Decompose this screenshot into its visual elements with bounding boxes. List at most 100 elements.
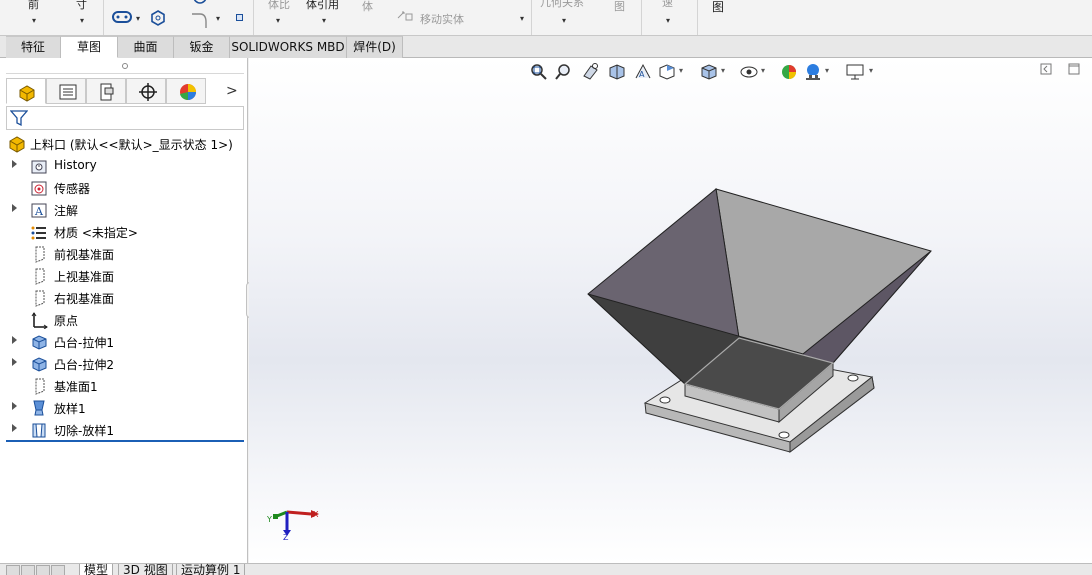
tree-item-label: 基准面1	[54, 380, 98, 394]
ribbon-label-feature[interactable]: 体引用	[306, 0, 339, 12]
ribbon-group-fix: 速 ▾	[642, 0, 698, 35]
chevron-down-icon[interactable]: ▾	[32, 16, 36, 25]
circle-icon[interactable]	[190, 0, 210, 8]
svg-text:A: A	[34, 205, 44, 218]
tree-item-label: 放样1	[54, 402, 86, 416]
expand-arrow-icon[interactable]	[12, 402, 17, 410]
last-tab-button[interactable]	[51, 565, 65, 575]
tree-item-origin[interactable]: 原点	[8, 310, 244, 330]
tree-item-front-plane[interactable]: 前视基准面	[8, 244, 244, 264]
tree-root-part[interactable]: 上料口 (默认<<默认>_显示状态 1>)	[8, 134, 248, 154]
chevron-down-icon[interactable]: ▾	[562, 16, 566, 25]
expand-arrow-icon[interactable]	[12, 160, 17, 168]
feature-tree-filter[interactable]	[6, 106, 244, 130]
ribbon-group-entities: ▾ ▾	[104, 0, 254, 35]
fillet-icon[interactable]	[190, 12, 210, 28]
slot-icon[interactable]	[112, 10, 134, 24]
ribbon-label-geo[interactable]: 几何关系	[540, 0, 584, 10]
expand-arrow-icon[interactable]	[12, 358, 17, 366]
ribbon-label-move[interactable]: 移动实体	[420, 11, 464, 27]
next-tab-button[interactable]	[36, 565, 50, 575]
tab-sketch[interactable]: 草图	[61, 36, 118, 58]
tree-item-label: 凸台-拉伸2	[54, 358, 114, 372]
hopper-model[interactable]	[249, 58, 1092, 563]
expand-arrow-icon[interactable]	[12, 204, 17, 212]
move-entities-icon[interactable]	[396, 8, 414, 22]
ribbon-label-body[interactable]: 体	[362, 0, 373, 14]
ribbon-label-view[interactable]: 图	[614, 0, 625, 14]
display-manager-icon	[180, 84, 196, 101]
previous-tab-button[interactable]	[21, 565, 35, 575]
bottom-tab-bar: 模型 3D 视图 运动算例 1	[0, 563, 1092, 575]
part-icon	[9, 136, 25, 153]
triad-x-label: X	[313, 510, 319, 519]
solidworks-window: 前 寸 ▾ ▾ ▾ ▾ 体比 ▾ 体引用 ▾ 体 移动实体 ▾ 几何关系 ▾ 图…	[0, 0, 1092, 575]
tab-display-manager[interactable]	[166, 78, 206, 104]
filter-icon	[10, 110, 28, 127]
tree-item-annotations[interactable]: A 注解	[8, 200, 244, 220]
first-tab-button[interactable]	[6, 565, 20, 575]
tab-feature-manager[interactable]	[6, 78, 46, 104]
expand-arrow-icon[interactable]	[12, 424, 17, 432]
boss-extrude-icon	[32, 335, 47, 350]
chevron-right-icon[interactable]: >	[226, 83, 238, 99]
chevron-down-icon[interactable]: ▾	[80, 16, 84, 25]
tab-dimxpert-manager[interactable]	[126, 78, 166, 104]
tree-item-boss-extrude-2[interactable]: 凸台-拉伸2	[8, 354, 244, 374]
ribbon-label-1[interactable]: 前	[28, 0, 39, 12]
tab-model[interactable]: 模型	[79, 564, 114, 575]
tree-item-boss-extrude-1[interactable]: 凸台-拉伸1	[8, 332, 244, 352]
ribbon-label-2[interactable]: 寸	[76, 0, 87, 12]
point-icon[interactable]	[236, 14, 243, 21]
bolt-hole	[778, 431, 790, 439]
tab-solidworks-mbd[interactable]: SOLIDWORKS MBD	[230, 36, 347, 58]
origin-icon	[31, 312, 48, 329]
plane-icon	[35, 268, 45, 285]
feature-manager-panel: > 上料口 (默认<<默认>_显示状态 1>) History 传感器 A 注解…	[0, 58, 248, 563]
chevron-down-icon[interactable]: ▾	[136, 14, 140, 23]
polygon-icon[interactable]	[150, 10, 166, 26]
collapse-handle-icon[interactable]	[122, 63, 128, 69]
tree-item-sensors[interactable]: 传感器	[8, 178, 244, 198]
tab-weldments[interactable]: 焊件(D)	[347, 36, 403, 58]
ribbon-label-right[interactable]: 图	[712, 0, 724, 15]
chevron-down-icon[interactable]: ▾	[322, 16, 326, 25]
plane-icon	[35, 378, 45, 395]
rollback-bar[interactable]	[6, 440, 244, 442]
material-icon	[31, 226, 46, 240]
tree-item-plane-1[interactable]: 基准面1	[8, 376, 244, 396]
annotation-icon: A	[31, 203, 47, 218]
tree-item-label: 右视基准面	[54, 292, 115, 306]
tree-item-material[interactable]: 材质 <未指定>	[8, 222, 244, 242]
sensor-icon	[31, 181, 47, 196]
tab-features[interactable]: 特征	[6, 36, 61, 58]
tree-item-history[interactable]: History	[8, 156, 244, 176]
expand-arrow-icon[interactable]	[12, 336, 17, 344]
tree-item-label: 切除-放样1	[54, 424, 114, 438]
chevron-down-icon[interactable]: ▾	[666, 16, 670, 25]
tab-3d-views[interactable]: 3D 视图	[118, 564, 173, 575]
tab-sheet-metal[interactable]: 钣金	[174, 36, 230, 58]
reference-triad: X Y Z	[266, 510, 319, 540]
crosshair-icon	[139, 83, 157, 101]
ribbon-label-solid[interactable]: 体比	[268, 0, 290, 12]
tree-item-cut-loft-1[interactable]: 切除-放样1	[8, 420, 244, 440]
part-name: 上料口 (默认<<默认>_显示状态 1>)	[30, 138, 233, 152]
tree-item-right-plane[interactable]: 右视基准面	[8, 288, 244, 308]
chevron-down-icon[interactable]: ▾	[520, 14, 524, 23]
chevron-down-icon[interactable]: ▾	[216, 14, 220, 23]
tab-surfaces[interactable]: 曲面	[118, 36, 174, 58]
plane-icon	[35, 290, 45, 307]
feature-manager-icon	[19, 85, 35, 102]
tab-configuration-manager[interactable]	[86, 78, 126, 104]
ribbon-label-fix[interactable]: 速	[662, 0, 673, 10]
configuration-manager-icon	[100, 83, 114, 101]
command-tabs: 特征 草图 曲面 钣金 SOLIDWORKS MBD 焊件(D)	[0, 36, 1092, 58]
tab-motion-study-1[interactable]: 运动算例 1	[176, 564, 246, 575]
tree-item-loft-1[interactable]: 放样1	[8, 398, 244, 418]
graphics-viewport[interactable]: A ▾ ▾ ▾ ▾ ▾ X Y Z	[249, 58, 1092, 563]
tab-property-manager[interactable]	[46, 78, 86, 104]
chevron-down-icon[interactable]: ▾	[276, 16, 280, 25]
tree-item-top-plane[interactable]: 上视基准面	[8, 266, 244, 286]
panel-collapse-bar[interactable]	[6, 60, 244, 74]
